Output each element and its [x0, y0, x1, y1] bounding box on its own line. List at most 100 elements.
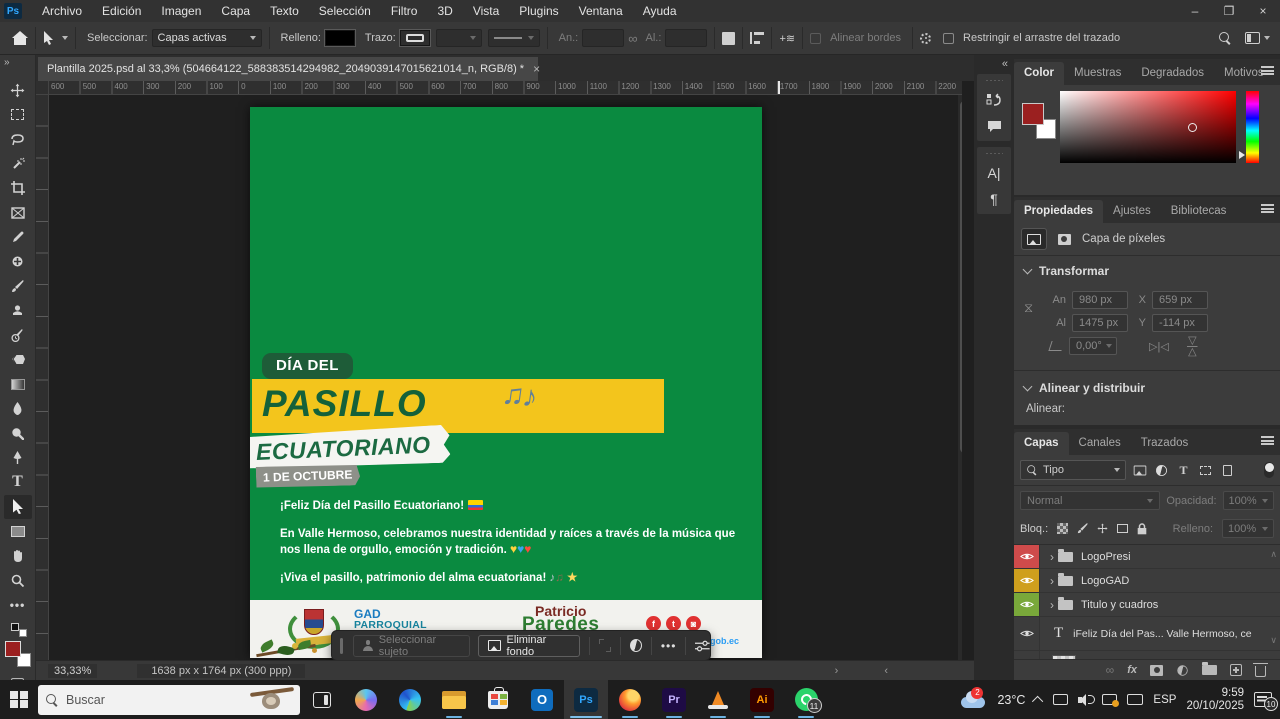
weather-icon[interactable]: 2: [961, 691, 987, 709]
lasso-tool-icon[interactable]: [4, 127, 32, 151]
file-explorer-icon[interactable]: [432, 680, 476, 719]
layer-styles-icon[interactable]: fx: [1127, 664, 1137, 676]
dock-collapse-icon[interactable]: «: [974, 55, 1014, 71]
remove-background-button[interactable]: Eliminar fondo: [478, 635, 581, 657]
filter-pixel-layers-icon[interactable]: [1131, 465, 1148, 476]
layer-row-logopresi[interactable]: › LogoPresi ∧: [1014, 545, 1280, 569]
eyedropper-tool-icon[interactable]: [4, 225, 32, 249]
layer-name[interactable]: iFeliz Día del Pas... Valle Hermoso, ce: [1073, 628, 1251, 640]
menu-item[interactable]: Ventana: [569, 1, 633, 21]
layer-name[interactable]: LogoGAD: [1081, 575, 1129, 587]
paragraph-panel-icon[interactable]: ¶: [977, 186, 1011, 212]
path-arrangement-icon[interactable]: +≋: [779, 32, 795, 45]
history-panel-icon[interactable]: [977, 87, 1011, 113]
crop-tool-icon[interactable]: [4, 176, 32, 200]
history-brush-tool-icon[interactable]: [4, 323, 32, 347]
filter-toggle[interactable]: [1264, 462, 1274, 478]
align-section-header[interactable]: Alinear y distribuir: [1014, 373, 1280, 401]
scrollbar-thumb[interactable]: [960, 101, 962, 453]
more-options-icon[interactable]: •••: [661, 639, 677, 653]
menu-item[interactable]: Texto: [260, 1, 309, 21]
language-indicator[interactable]: ESP: [1153, 694, 1176, 706]
outlook-icon[interactable]: O: [520, 680, 564, 719]
zoom-tool-icon[interactable]: [4, 568, 32, 592]
tab-degradados[interactable]: Degradados: [1131, 62, 1214, 85]
layer-name[interactable]: LogoPresi: [1081, 551, 1131, 563]
foreground-color-swatch[interactable]: [1022, 103, 1044, 125]
visibility-eye-icon[interactable]: [1014, 545, 1040, 568]
layer-row-text[interactable]: T iFeliz Día del Pas... Valle Hermoso, c…: [1014, 617, 1280, 651]
menu-item[interactable]: Filtro: [381, 1, 428, 21]
tab-bibliotecas[interactable]: Bibliotecas: [1161, 200, 1237, 223]
link-layers-icon[interactable]: ∞: [1106, 663, 1115, 677]
gear-icon[interactable]: [920, 33, 931, 44]
stroke-swatch[interactable]: [400, 30, 430, 46]
tab-ajustes[interactable]: Ajustes: [1103, 200, 1161, 223]
tab-muestras[interactable]: Muestras: [1064, 62, 1131, 85]
select-subject-button[interactable]: Seleccionar sujeto: [353, 635, 471, 657]
menu-item[interactable]: Imagen: [151, 1, 211, 21]
y-value[interactable]: -114 px: [1152, 314, 1208, 332]
adjustments-icon[interactable]: [630, 639, 642, 652]
select-mode-dropdown[interactable]: Capas activas: [152, 29, 262, 47]
new-layer-icon[interactable]: [1230, 664, 1242, 676]
lock-position-icon[interactable]: [1097, 523, 1108, 534]
panel-menu-icon[interactable]: [1261, 204, 1274, 213]
network-icon[interactable]: [1127, 694, 1143, 705]
taskbar-drag-handle[interactable]: [340, 638, 343, 654]
color-picker-ring[interactable]: [1188, 123, 1197, 132]
screen-share-icon[interactable]: [1102, 694, 1117, 705]
close-button[interactable]: ×: [1246, 0, 1280, 22]
edge-icon[interactable]: [388, 680, 432, 719]
tab-color[interactable]: Color: [1014, 62, 1064, 85]
path-select-tool-icon[interactable]: [4, 495, 32, 519]
stroke-width-dropdown[interactable]: [436, 29, 482, 47]
brush-tool-icon[interactable]: [4, 274, 32, 298]
lock-transparency-icon[interactable]: [1057, 523, 1068, 534]
panel-menu-icon[interactable]: [1261, 436, 1274, 445]
color-field[interactable]: [1060, 91, 1236, 163]
filter-smart-objects-icon[interactable]: [1219, 465, 1236, 476]
fill-dropdown[interactable]: 100%: [1222, 519, 1274, 538]
temperature[interactable]: 23°C: [997, 693, 1025, 707]
link-dimensions-icon[interactable]: ∞: [628, 31, 637, 46]
layer-filter-dropdown[interactable]: Tipo: [1020, 460, 1126, 480]
width-input[interactable]: [582, 29, 624, 47]
pen-tool-icon[interactable]: [4, 446, 32, 470]
illustrator-icon[interactable]: Ai: [740, 680, 784, 719]
width-value[interactable]: 980 px: [1072, 291, 1128, 309]
clone-stamp-tool-icon[interactable]: [4, 299, 32, 323]
tool-preset-arrow[interactable]: [62, 36, 68, 40]
tab-trazados[interactable]: Trazados: [1131, 432, 1199, 455]
stroke-type-dropdown[interactable]: [488, 29, 540, 47]
menu-item[interactable]: Plugins: [509, 1, 568, 21]
lock-artboard-icon[interactable]: [1117, 524, 1128, 533]
premiere-icon[interactable]: Pr: [652, 680, 696, 719]
ruler-origin-corner[interactable]: [36, 81, 49, 95]
expand-group-icon[interactable]: ›: [1050, 574, 1054, 588]
gradient-tool-icon[interactable]: [4, 372, 32, 396]
expand-group-icon[interactable]: ›: [1050, 598, 1054, 612]
move-tool-icon[interactable]: [4, 78, 32, 102]
transform-icon[interactable]: [599, 639, 611, 652]
new-group-icon[interactable]: [1202, 665, 1217, 675]
document-tab[interactable]: Plantilla 2025.psd al 33,3% (504664122_5…: [38, 57, 538, 81]
restore-button[interactable]: ❐: [1212, 0, 1246, 22]
taskbar-search-input[interactable]: Buscar: [38, 685, 300, 715]
height-input[interactable]: [665, 29, 707, 47]
whatsapp-icon[interactable]: 11: [784, 680, 828, 719]
layer-name[interactable]: Titulo y cuadros: [1081, 599, 1158, 611]
canvas-area[interactable]: DÍA DEL PASILLO ♫♪ ECUATORIANO 1 DE OCTU…: [49, 95, 962, 660]
filter-adjustment-layers-icon[interactable]: [1153, 464, 1170, 477]
menu-item[interactable]: Ayuda: [633, 1, 687, 21]
height-value[interactable]: 1475 px: [1072, 314, 1128, 332]
flip-vertical-icon[interactable]: ▷|◁: [1186, 336, 1199, 356]
horizontal-scroll-arrows[interactable]: ›‹: [835, 665, 934, 677]
rotation-value[interactable]: 0,00°: [1069, 337, 1117, 355]
delete-layer-icon[interactable]: [1255, 663, 1266, 677]
pixel-layer-icon[interactable]: [1022, 229, 1046, 249]
clock[interactable]: 9:59 20/10/2025: [1186, 687, 1244, 713]
copilot-icon[interactable]: [344, 680, 388, 719]
panel-scroll-down[interactable]: ∨: [1270, 635, 1277, 646]
color-swatches[interactable]: [1022, 103, 1056, 139]
